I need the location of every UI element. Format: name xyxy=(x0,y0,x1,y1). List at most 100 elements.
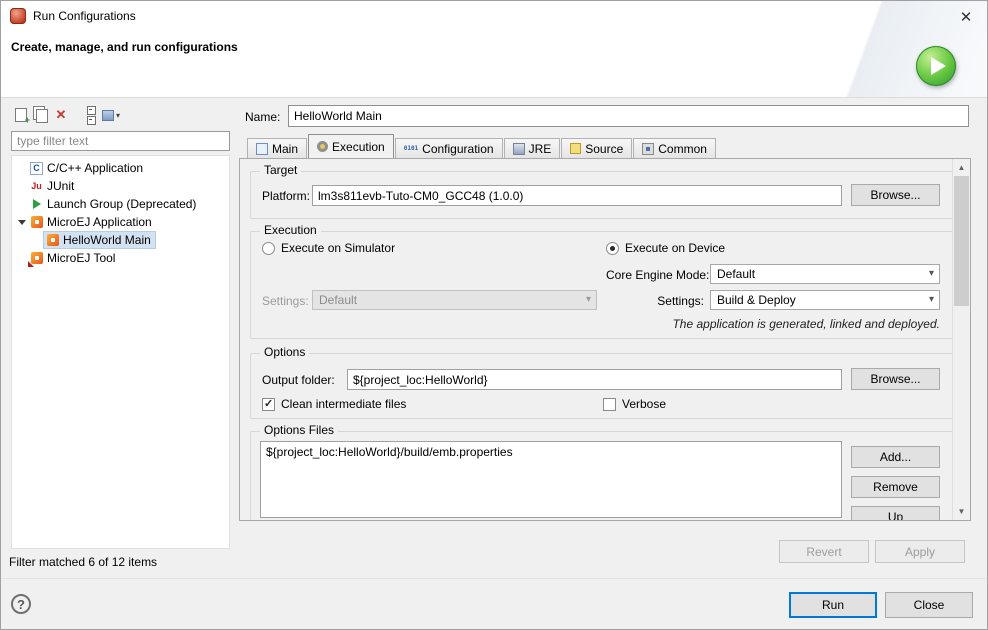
scroll-down-icon[interactable]: ▼ xyxy=(953,503,970,520)
tab-source[interactable]: Source xyxy=(561,138,632,158)
tab-bar: Main Execution 0101 Configuration JRE So… xyxy=(247,135,717,158)
tree-item-cpp-application[interactable]: C C/C++ Application xyxy=(12,159,229,177)
platform-input[interactable] xyxy=(312,185,842,206)
options-group-title: Options xyxy=(260,346,309,359)
binary-icon: 0101 xyxy=(404,146,418,152)
page-icon xyxy=(36,109,48,123)
run-button[interactable]: Run xyxy=(789,592,877,618)
tab-label: Source xyxy=(585,142,623,156)
configurations-tree: C C/C++ Application Ju JUnit Launch Grou… xyxy=(11,155,230,549)
output-folder-input[interactable] xyxy=(347,369,842,390)
close-icon[interactable]: ✕ xyxy=(955,6,977,28)
tree-item-helloworld-main[interactable]: HelloWorld Main xyxy=(12,231,229,249)
filter-status-text: Filter matched 6 of 12 items xyxy=(9,555,157,569)
checkbox-label: Clean intermediate files xyxy=(281,397,406,411)
plus-icon: + xyxy=(25,117,30,124)
run-configurations-icon xyxy=(10,8,26,24)
filter-input[interactable] xyxy=(11,131,230,151)
tab-label: Configuration xyxy=(422,142,493,156)
revert-button[interactable]: Revert xyxy=(779,540,869,563)
tab-jre[interactable]: JRE xyxy=(504,138,561,158)
window-title: Run Configurations xyxy=(33,9,136,23)
execution-tab-pane: Target Platform: Browse... Execution Exe… xyxy=(239,158,971,521)
checkbox-label: Verbose xyxy=(622,397,666,411)
scrollbar-thumb[interactable] xyxy=(954,176,969,306)
options-files-list[interactable]: ${project_loc:HelloWorld}/build/emb.prop… xyxy=(260,441,842,518)
tree-item-microej-tool[interactable]: MicroEJ Tool xyxy=(12,249,229,267)
collapse-all-icon[interactable] xyxy=(81,106,101,124)
tab-common[interactable]: Common xyxy=(633,138,716,158)
tab-label: JRE xyxy=(529,142,552,156)
tab-label: Main xyxy=(272,142,298,156)
red-x-icon: ✕ xyxy=(56,107,67,123)
expand-chevron-icon xyxy=(18,220,26,225)
apply-button[interactable]: Apply xyxy=(875,540,965,563)
tree-item-label: HelloWorld Main xyxy=(63,233,151,247)
add-button[interactable]: Add... xyxy=(851,446,940,468)
tab-configuration[interactable]: 0101 Configuration xyxy=(395,138,503,158)
up-button[interactable]: Up xyxy=(851,506,940,521)
vertical-scrollbar[interactable]: ▲ ▼ xyxy=(952,159,970,520)
microej-tool-icon xyxy=(30,252,43,265)
tab-label: Common xyxy=(658,142,707,156)
junit-icon: Ju xyxy=(30,180,43,193)
tool-badge-icon xyxy=(28,261,34,267)
name-input[interactable] xyxy=(288,105,969,127)
tree-item-label: MicroEJ Application xyxy=(47,215,152,229)
play-triangle-icon xyxy=(931,57,946,75)
gear-icon xyxy=(317,141,328,152)
configurations-toolbar: + ✕ ▾ xyxy=(11,105,121,125)
help-icon[interactable]: ? xyxy=(11,594,31,614)
platform-browse-button[interactable]: Browse... xyxy=(851,184,940,206)
collapse-square-icon xyxy=(87,116,96,125)
clean-intermediate-files-checkbox[interactable]: Clean intermediate files xyxy=(262,397,406,411)
tree-item-microej-application[interactable]: MicroEJ Application xyxy=(12,213,229,231)
c-application-icon: C xyxy=(30,162,43,175)
tab-execution[interactable]: Execution xyxy=(308,134,394,158)
scroll-up-icon[interactable]: ▲ xyxy=(953,159,970,176)
checkbox-checked-icon xyxy=(262,398,275,411)
core-engine-mode-select[interactable]: Default xyxy=(710,264,940,284)
duplicate-configuration-icon[interactable] xyxy=(31,106,51,124)
selected-tree-item[interactable]: HelloWorld Main xyxy=(44,232,155,248)
new-configuration-icon[interactable]: + xyxy=(11,106,31,124)
close-button[interactable]: Close xyxy=(885,592,973,618)
filter-icon xyxy=(102,110,114,121)
verbose-checkbox[interactable]: Verbose xyxy=(603,397,666,411)
simulator-settings-select[interactable]: Default xyxy=(312,290,597,310)
footer-divider xyxy=(1,578,987,579)
run-banner-play-icon xyxy=(916,46,956,86)
source-tab-icon xyxy=(570,143,581,154)
output-folder-label: Output folder: xyxy=(262,373,335,387)
tab-label: Execution xyxy=(332,140,385,154)
options-files-group-title: Options Files xyxy=(260,424,338,437)
dialog-subtitle: Create, manage, and run configurations xyxy=(11,40,238,54)
delete-configuration-icon[interactable]: ✕ xyxy=(51,106,71,124)
header-banner: Run Configurations ✕ Create, manage, and… xyxy=(1,1,987,98)
remove-button[interactable]: Remove xyxy=(851,476,940,498)
radio-icon xyxy=(262,242,275,255)
chevron-down-icon: ▾ xyxy=(116,111,120,120)
output-folder-browse-button[interactable]: Browse... xyxy=(851,368,940,390)
tab-main[interactable]: Main xyxy=(247,138,307,158)
core-engine-mode-label: Core Engine Mode: xyxy=(606,268,704,282)
name-label: Name: xyxy=(245,110,280,124)
main-tab-icon xyxy=(256,143,268,155)
radio-selected-icon xyxy=(606,242,619,255)
microej-application-icon xyxy=(30,216,43,229)
microej-application-icon xyxy=(46,234,59,247)
filter-launch-configurations-icon[interactable]: ▾ xyxy=(101,106,121,124)
execute-on-simulator-radio[interactable]: Execute on Simulator xyxy=(262,241,395,255)
radio-label: Execute on Device xyxy=(625,241,725,255)
platform-label: Platform: xyxy=(262,189,310,203)
options-file-item[interactable]: ${project_loc:HelloWorld}/build/emb.prop… xyxy=(261,442,841,462)
tree-item-junit[interactable]: Ju JUnit xyxy=(12,177,229,195)
tree-item-launch-group[interactable]: Launch Group (Deprecated) xyxy=(12,195,229,213)
device-settings-select[interactable]: Build & Deploy xyxy=(710,290,940,310)
tree-item-label: MicroEJ Tool xyxy=(47,251,115,265)
execute-on-device-radio[interactable]: Execute on Device xyxy=(606,241,725,255)
jre-tab-icon xyxy=(513,143,525,155)
common-tab-icon xyxy=(642,143,654,155)
radio-label: Execute on Simulator xyxy=(281,241,395,255)
run-configurations-dialog: Run Configurations ✕ Create, manage, and… xyxy=(0,0,988,630)
